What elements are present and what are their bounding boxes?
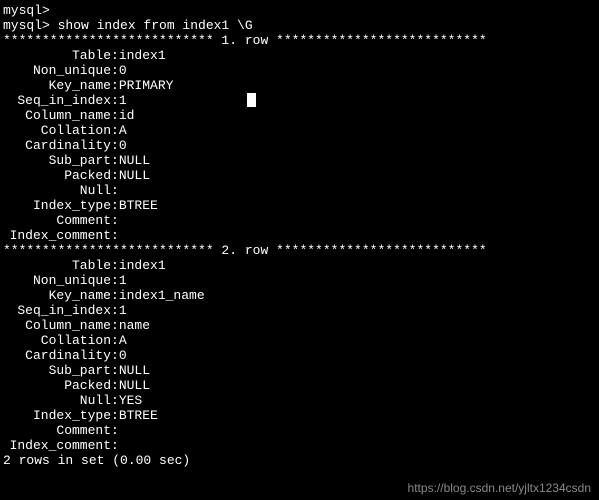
result-row: Collation: A — [3, 123, 596, 138]
field-label: Collation — [3, 123, 111, 138]
result-row: Cardinality: 0 — [3, 348, 596, 363]
field-label: Packed — [3, 378, 111, 393]
row-separator-1: *************************** 1. row *****… — [3, 33, 596, 48]
field-label: Key_name — [3, 288, 111, 303]
field-label: Key_name — [3, 78, 111, 93]
field-label: Null — [3, 183, 111, 198]
result-row: Packed: NULL — [3, 378, 596, 393]
field-value: NULL — [119, 168, 150, 183]
field-label: Comment — [3, 213, 111, 228]
field-label: Collation — [3, 333, 111, 348]
footer-line: 2 rows in set (0.00 sec) — [3, 453, 596, 468]
result-row: Cardinality: 0 — [3, 138, 596, 153]
result-row: Comment: — [3, 213, 596, 228]
field-label: Sub_part — [3, 363, 111, 378]
prompt: mysql> — [3, 18, 58, 33]
field-value: PRIMARY — [119, 78, 174, 93]
result-row: Key_name: PRIMARY — [3, 78, 596, 93]
command-text: show index from index1 \G — [58, 18, 253, 33]
field-label: Table — [3, 258, 111, 273]
result-row: Seq_in_index: 1 — [3, 303, 596, 318]
field-value: NULL — [119, 363, 150, 378]
field-label: Seq_in_index — [3, 93, 111, 108]
field-value: name — [119, 318, 150, 333]
field-value: BTREE — [119, 408, 158, 423]
field-label: Index_type — [3, 198, 111, 213]
field-label: Null — [3, 393, 111, 408]
field-value: id — [119, 108, 135, 123]
result-row: Packed: NULL — [3, 168, 596, 183]
result-row: Non_unique: 0 — [3, 63, 596, 78]
field-value: A — [119, 333, 127, 348]
watermark: https://blog.csdn.net/yjltx1234csdn — [408, 481, 591, 496]
field-label: Index_type — [3, 408, 111, 423]
field-label: Non_unique — [3, 273, 111, 288]
result-row: Table: index1 — [3, 258, 596, 273]
result-row: Collation: A — [3, 333, 596, 348]
field-value: index1 — [119, 48, 166, 63]
result-row: Index_comment: — [3, 438, 596, 453]
result-row: Index_type: BTREE — [3, 198, 596, 213]
field-value: A — [119, 123, 127, 138]
result-row: Non_unique: 1 — [3, 273, 596, 288]
result-row: Sub_part: NULL — [3, 153, 596, 168]
field-label: Index_comment — [3, 228, 111, 243]
field-value: index1 — [119, 258, 166, 273]
row-separator-2: *************************** 2. row *****… — [3, 243, 596, 258]
result-row: Column_name: id — [3, 108, 596, 123]
field-label: Cardinality — [3, 348, 111, 363]
field-value: 1 — [119, 93, 127, 108]
field-label: Column_name — [3, 108, 111, 123]
field-value: 1 — [119, 303, 127, 318]
result-row: Table: index1 — [3, 48, 596, 63]
result-row: Seq_in_index: 1 — [3, 93, 596, 108]
cursor-icon — [247, 93, 256, 107]
field-label: Cardinality — [3, 138, 111, 153]
field-value: 0 — [119, 138, 127, 153]
field-value: BTREE — [119, 198, 158, 213]
field-label: Seq_in_index — [3, 303, 111, 318]
field-label: Index_comment — [3, 438, 111, 453]
result-row: Null: — [3, 183, 596, 198]
field-value: YES — [119, 393, 142, 408]
result-row: Key_name: index1_name — [3, 288, 596, 303]
result-row: Column_name: name — [3, 318, 596, 333]
field-value: 1 — [119, 273, 127, 288]
field-label: Table — [3, 48, 111, 63]
prev-prompt-line: mysql> — [3, 3, 596, 18]
result-row: Index_comment: — [3, 228, 596, 243]
result-row: Index_type: BTREE — [3, 408, 596, 423]
field-value: 0 — [119, 63, 127, 78]
field-value: 0 — [119, 348, 127, 363]
field-value: NULL — [119, 153, 150, 168]
field-label: Packed — [3, 168, 111, 183]
result-row: Null: YES — [3, 393, 596, 408]
field-value: index1_name — [119, 288, 205, 303]
field-label: Non_unique — [3, 63, 111, 78]
command-line[interactable]: mysql> show index from index1 \G — [3, 18, 596, 33]
field-value: NULL — [119, 378, 150, 393]
field-label: Sub_part — [3, 153, 111, 168]
result-row: Comment: — [3, 423, 596, 438]
field-label: Column_name — [3, 318, 111, 333]
result-row: Sub_part: NULL — [3, 363, 596, 378]
field-label: Comment — [3, 423, 111, 438]
